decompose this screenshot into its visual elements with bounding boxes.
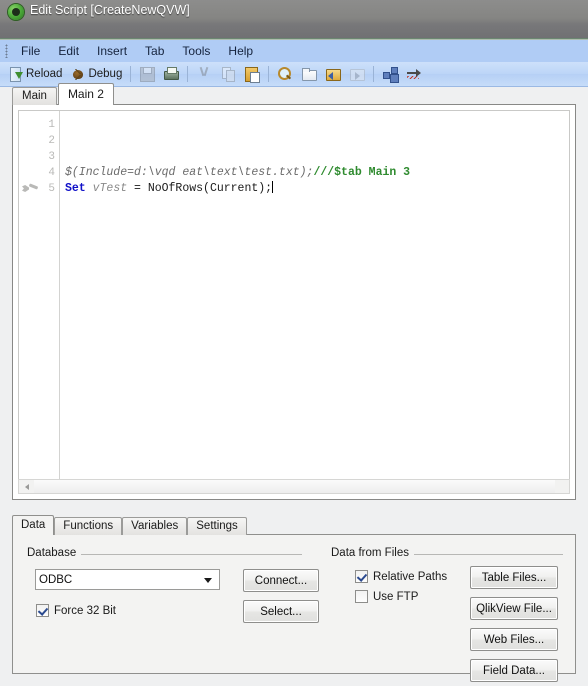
force-32-bit-row[interactable]: Force 32 Bit — [36, 603, 116, 618]
wrench-icon[interactable] — [21, 182, 37, 196]
toolbar-separator-1 — [130, 66, 132, 82]
database-source-select[interactable]: ODBC — [35, 569, 220, 590]
menu-item-edit[interactable]: Edit — [49, 42, 88, 60]
horizontal-scrollbar[interactable] — [18, 479, 570, 494]
text-caret — [272, 181, 274, 193]
code-line-5: Set vTest = NoOfRows(Current); — [65, 181, 274, 197]
code-token-include: $(Include=d:\vqd eat\text\test.txt); — [65, 166, 314, 179]
edit-script-window: Edit Script [CreateNewQVW] File Edit Ins… — [0, 0, 588, 686]
window-title: Edit Script [CreateNewQVW] — [30, 3, 190, 17]
bottom-tab-bar: Data Functions Variables Settings — [12, 515, 247, 535]
toolbar-separator-2 — [187, 66, 189, 82]
scrollbar-thumb[interactable] — [34, 480, 555, 493]
menu-item-tools[interactable]: Tools — [173, 42, 219, 60]
data-from-files-group: Data from Files Relative Paths Use FTP T… — [331, 547, 563, 682]
code-token-expression: = NoOfRows(Current); — [127, 182, 273, 195]
code-token-keyword: Set — [65, 182, 93, 195]
print-button[interactable] — [159, 63, 183, 86]
line-number: 3 — [48, 151, 55, 163]
tab-structure-button[interactable] — [378, 63, 402, 86]
script-editor[interactable]: 1 2 3 4 5 $(Include=d:\vqd eat\text\test… — [18, 110, 570, 480]
tab-functions[interactable]: Functions — [54, 517, 123, 535]
cut-button[interactable] — [192, 63, 216, 86]
use-ftp-checkbox[interactable] — [355, 590, 368, 603]
database-group: Database ODBC Connect... Select... Force… — [27, 547, 319, 623]
menu-bar: File Edit Insert Tab Tools Help — [0, 40, 588, 63]
open-table-files-button[interactable] — [297, 63, 321, 86]
save-button[interactable] — [135, 63, 159, 86]
line-number: 2 — [48, 135, 55, 147]
chevron-left-icon[interactable] — [19, 480, 34, 493]
relative-paths-row[interactable]: Relative Paths — [355, 569, 447, 584]
toolbar-separator-3 — [268, 66, 270, 82]
tab-settings[interactable]: Settings — [187, 517, 247, 535]
bug-icon — [70, 66, 86, 82]
copy-button[interactable] — [216, 63, 240, 86]
reload-button-label: Reload — [26, 68, 63, 80]
web-files-button[interactable]: Web Files... — [470, 628, 558, 651]
tab-data[interactable]: Data — [12, 515, 55, 535]
open-web-files-button[interactable] — [345, 63, 369, 86]
line-number: 1 — [48, 119, 55, 131]
save-icon — [139, 66, 156, 82]
field-data-button[interactable]: Field Data... — [470, 659, 558, 682]
qlikview-logo-icon — [8, 4, 24, 20]
menu-item-tab[interactable]: Tab — [136, 42, 173, 60]
data-tab-panel: Database ODBC Connect... Select... Force… — [12, 534, 576, 682]
line-number: 4 — [48, 167, 55, 179]
use-ftp-label: Use FTP — [373, 590, 419, 603]
script-tab-main[interactable]: Main — [12, 87, 57, 105]
copy-icon — [220, 66, 236, 82]
relative-paths-checkbox[interactable] — [355, 570, 368, 583]
debug-button-label: Debug — [88, 68, 123, 80]
relative-paths-label: Relative Paths — [373, 570, 448, 583]
title-bar: Edit Script [CreateNewQVW] — [0, 0, 588, 40]
reload-button[interactable]: Reload — [4, 63, 66, 86]
clipboard-paste-icon — [244, 66, 261, 83]
menu-item-file[interactable]: File — [12, 42, 49, 60]
open-qlikview-file-button[interactable] — [321, 63, 345, 86]
select-button[interactable]: Select... — [243, 600, 319, 623]
code-token-variable: vTest — [92, 182, 128, 195]
code-token-comment: ///$tab Main 3 — [313, 166, 411, 179]
script-tab-bar: Main Main 2 — [12, 83, 115, 105]
code-text-area[interactable]: $(Include=d:\vqd eat\text\test.txt);///$… — [65, 111, 569, 479]
force-32-bit-checkbox[interactable] — [36, 604, 49, 617]
database-group-label: Database — [27, 547, 82, 559]
database-source-combo[interactable]: ODBC — [35, 569, 220, 590]
folder-icon — [301, 66, 318, 82]
folder-back-arrow-icon — [325, 66, 342, 82]
code-line-4: $(Include=d:\vqd eat\text\test.txt);///$… — [65, 165, 410, 181]
use-ftp-row[interactable]: Use FTP — [355, 589, 418, 604]
magnifier-icon — [277, 66, 293, 82]
menu-item-insert[interactable]: Insert — [88, 42, 136, 60]
editor-gutter: 1 2 3 4 5 — [19, 111, 60, 479]
hierarchy-icon — [382, 66, 399, 82]
connect-button[interactable]: Connect... — [243, 569, 319, 592]
force-32-bit-label: Force 32 Bit — [54, 604, 116, 617]
files-group-label: Data from Files — [331, 547, 414, 559]
toolbar-separator-4 — [373, 66, 375, 82]
scissors-icon — [196, 66, 212, 82]
menu-grip-handle[interactable] — [5, 44, 8, 58]
folder-forward-arrow-icon — [349, 66, 366, 82]
arrow-squiggle-icon — [406, 66, 422, 82]
reload-icon — [8, 66, 24, 82]
qlikview-file-button[interactable]: QlikView File... — [470, 597, 558, 620]
tab-variables[interactable]: Variables — [122, 517, 188, 535]
table-files-button[interactable]: Table Files... — [470, 566, 558, 589]
script-editor-panel: 1 2 3 4 5 $(Include=d:\vqd eat\text\test… — [12, 104, 576, 500]
find-button[interactable] — [273, 63, 297, 86]
script-tab-main-2[interactable]: Main 2 — [57, 83, 114, 105]
menu-item-help[interactable]: Help — [219, 42, 262, 60]
goto-button[interactable] — [402, 63, 426, 86]
paste-button[interactable] — [240, 63, 264, 86]
print-icon — [163, 66, 180, 82]
